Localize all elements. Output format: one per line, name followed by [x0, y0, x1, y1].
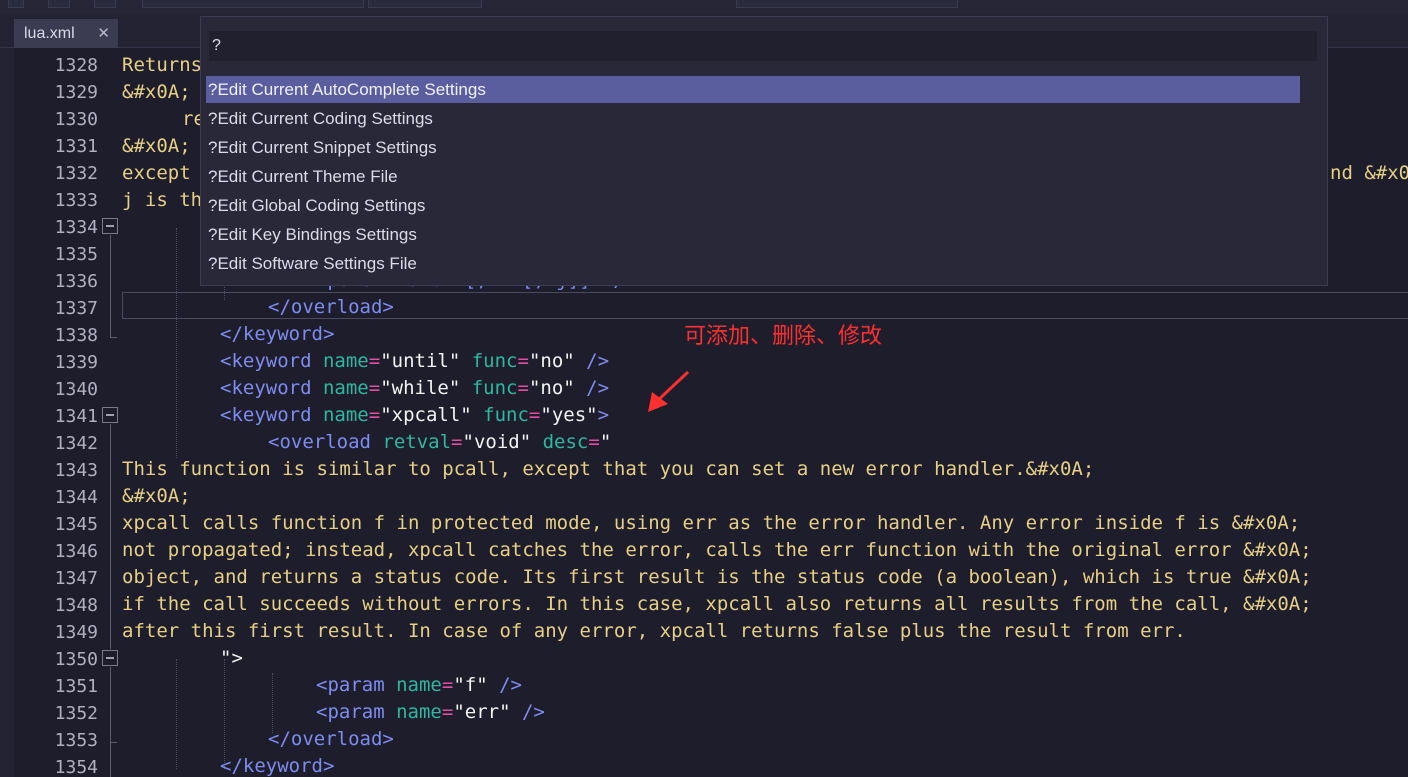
indent-guide [176, 659, 177, 769]
line-number: 1330 [54, 109, 98, 130]
code-line-1347: object, and returns a status code. Its f… [122, 566, 1312, 588]
line-number: 1343 [54, 460, 98, 481]
arrow-icon [648, 370, 690, 412]
code-line-1339: <keyword name="until" func="no" /> [220, 350, 610, 372]
line-number: 1352 [54, 703, 98, 724]
line-number: 1350 [54, 649, 98, 670]
line-number: 1337 [54, 298, 98, 319]
fold-end-marker [110, 337, 117, 338]
code-line-1352: <param name="err" /> [316, 701, 545, 723]
line-number: 1329 [54, 82, 98, 103]
line-number: 1328 [54, 55, 98, 76]
line-number: 1344 [54, 487, 98, 508]
code-line-1354: </keyword> [220, 755, 335, 777]
line-number: 1351 [54, 676, 98, 697]
fold-toggle-icon[interactable] [102, 650, 118, 666]
code-line-1350: "> [220, 647, 243, 669]
fold-line [110, 235, 111, 338]
toolbar-button[interactable] [48, 0, 70, 8]
toolbar-dropdown[interactable] [142, 0, 364, 8]
code-line-1332: except [122, 162, 191, 184]
line-number: 1345 [54, 514, 98, 535]
line-number: 1346 [54, 541, 98, 562]
tab-lua-xml[interactable]: lua.xml ✕ [14, 19, 118, 48]
command-palette-item[interactable]: ?Edit Current Coding Settings [206, 105, 1300, 132]
line-number: 1338 [54, 325, 98, 346]
line-number: 1331 [54, 136, 98, 157]
fold-end-marker [110, 742, 117, 743]
code-line-1329: &#x0A; [122, 81, 191, 103]
toolbar-button[interactable] [94, 0, 116, 8]
code-line-1345: xpcall calls function f in protected mod… [122, 512, 1301, 534]
indent-guide [272, 673, 273, 733]
toolbar-dropdown[interactable] [736, 0, 958, 8]
fold-toggle-icon[interactable] [102, 218, 118, 234]
code-line-1344: &#x0A; [122, 485, 191, 507]
code-line-1340: <keyword name="while" func="no" /> [220, 377, 610, 399]
command-palette-item[interactable]: ?Edit Current Snippet Settings [206, 134, 1300, 161]
code-line-1341: <keyword name="xpcall" func="yes"> [220, 404, 610, 426]
annotation-text: 可添加、删除、修改 [684, 324, 883, 349]
code-line-1331: &#x0A; [122, 135, 191, 157]
top-toolbar [0, 0, 1408, 14]
code-line-1351: <param name="f" /> [316, 674, 522, 696]
line-number: 1334 [54, 217, 98, 238]
fold-toggle-icon[interactable] [102, 407, 118, 423]
line-number: 1349 [54, 622, 98, 643]
indent-guide [176, 228, 177, 458]
fold-line [110, 667, 111, 777]
code-line-1328: Returns [122, 54, 203, 76]
command-palette-item[interactable]: ?Edit Current AutoComplete Settings [206, 76, 1300, 103]
command-palette-item[interactable]: ?Edit Software Settings File [206, 250, 1300, 277]
code-line-1349: after this first result. In case of any … [122, 620, 1186, 642]
tab-label: lua.xml [24, 25, 75, 42]
command-palette-item[interactable]: ?Edit Global Coding Settings [206, 192, 1300, 219]
line-number: 1347 [54, 568, 98, 589]
line-number: 1341 [54, 406, 98, 427]
line-number: 1340 [54, 379, 98, 400]
code-line-1353: </overload> [268, 728, 394, 750]
line-number: 1342 [54, 433, 98, 454]
fold-line [110, 424, 111, 649]
line-number: 1353 [54, 730, 98, 751]
toolbar-dropdown[interactable] [368, 0, 482, 8]
line-number: 1332 [54, 163, 98, 184]
code-line-1338: </keyword> [220, 323, 335, 345]
code-line-1346: not propagated; instead, xpcall catches … [122, 539, 1312, 561]
line-number: 1335 [54, 244, 98, 265]
command-palette-item[interactable]: ?Edit Current Theme File [206, 163, 1300, 190]
code-line-1343: This function is similar to pcall, excep… [122, 458, 1095, 480]
command-palette-input[interactable]: ? [209, 31, 1317, 61]
line-number: 1348 [54, 595, 98, 616]
code-line-1332-end: nd &#x0A [1330, 162, 1408, 184]
close-icon[interactable]: ✕ [97, 19, 110, 48]
line-number: 1336 [54, 271, 98, 292]
editor-left-strip [0, 48, 14, 777]
code-line-1333: j is th [122, 189, 203, 211]
line-number: 1339 [54, 352, 98, 373]
toolbar-button[interactable] [8, 0, 24, 8]
code-line-1348: if the call succeeds without errors. In … [122, 593, 1312, 615]
code-line-1342: <overload retval="void" desc=" [268, 431, 612, 453]
code-line-1337: </overload> [268, 296, 394, 318]
line-number: 1333 [54, 190, 98, 211]
command-palette: ? ?Edit Current AutoComplete Settings ?Ed… [200, 16, 1328, 286]
line-number: 1354 [54, 757, 98, 777]
command-palette-item[interactable]: ?Edit Key Bindings Settings [206, 221, 1300, 248]
